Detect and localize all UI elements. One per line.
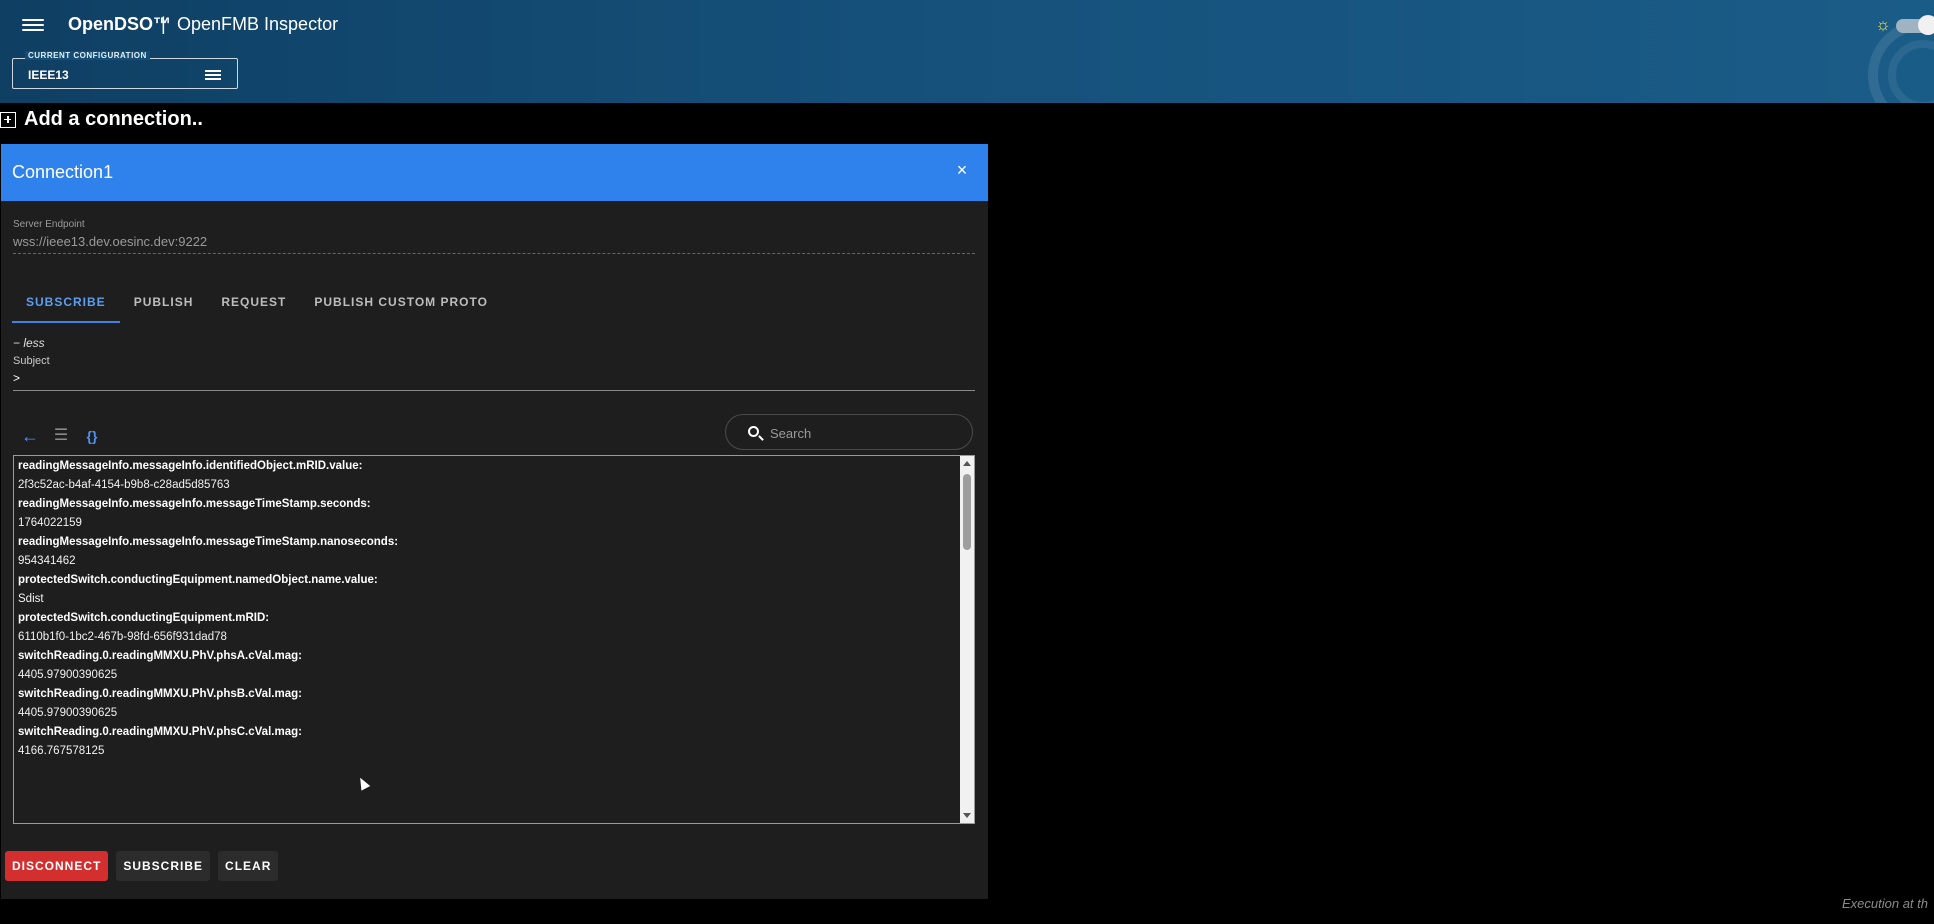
search-box[interactable] [725, 414, 973, 450]
configuration-value: IEEE13 [28, 68, 69, 82]
configuration-selector[interactable]: CURRENT CONFIGURATION IEEE13 [12, 51, 238, 89]
list-item: protectedSwitch.conductingEquipment.name… [18, 571, 378, 609]
list-item: readingMessageInfo.messageInfo.identifie… [18, 457, 362, 495]
result-value: 6110b1f0-1bc2-467b-98fd-656f931dad78 [18, 631, 227, 643]
back-arrow-icon[interactable]: ← [20, 426, 40, 446]
app-bar: OpenDSO™ | OpenFMB Inspector CURRENT CON… [0, 0, 1934, 103]
message-results[interactable]: readingMessageInfo.messageInfo.identifie… [13, 455, 975, 824]
hamburger-menu-icon[interactable] [22, 16, 44, 34]
result-value: 4405.97900390625 [18, 707, 118, 719]
configuration-menu-icon[interactable] [205, 68, 221, 81]
less-toggle[interactable]: − less [13, 336, 45, 350]
list-item: readingMessageInfo.messageInfo.messageTi… [18, 533, 398, 571]
result-key: readingMessageInfo.messageInfo.identifie… [18, 460, 363, 472]
add-connection-label: Add a connection.. [24, 108, 203, 130]
brand-name: OpenDSO™ [68, 14, 172, 34]
subject-field[interactable]: > [13, 371, 975, 391]
result-key: switchReading.0.readingMMXU.PhV.phsA.cVa… [18, 650, 302, 662]
server-endpoint-field[interactable]: wss://ieee13.dev.oesinc.dev:9222 [13, 234, 975, 254]
theme-toggle-knob[interactable] [1918, 15, 1934, 35]
scroll-up-icon[interactable] [963, 461, 971, 466]
subject-label: Subject [13, 355, 50, 367]
search-icon [748, 426, 759, 437]
result-value: 954341462 [18, 555, 76, 567]
result-value: 2f3c52ac-b4af-4154-b9b8-c28ad5d85763 [18, 479, 230, 491]
tab-subscribe[interactable]: SUBSCRIBE [12, 283, 120, 323]
connection-actions: DISCONNECT SUBSCRIBE CLEAR [5, 851, 279, 881]
result-key: switchReading.0.readingMMXU.PhV.phsB.cVa… [18, 688, 302, 700]
list-item: switchReading.0.readingMMXU.PhV.phsC.cVa… [18, 723, 302, 761]
list-item: readingMessageInfo.messageInfo.messageTi… [18, 495, 371, 533]
subscribe-button[interactable]: SUBSCRIBE [116, 851, 211, 881]
json-view-icon[interactable]: {} [82, 426, 102, 446]
title-separator: | [161, 14, 166, 34]
connection-title: Connection1 [12, 162, 114, 182]
tab-publish[interactable]: PUBLISH [120, 283, 208, 323]
list-item: protectedSwitch.conductingEquipment.mRID… [18, 609, 269, 647]
disconnect-button[interactable]: DISCONNECT [5, 851, 109, 881]
result-key: switchReading.0.readingMMXU.PhV.phsC.cVa… [18, 726, 302, 738]
list-item: switchReading.0.readingMMXU.PhV.phsB.cVa… [18, 685, 302, 723]
result-value: Sdist [18, 593, 44, 605]
result-value: 4166.767578125 [18, 745, 105, 757]
scroll-down-icon[interactable] [963, 813, 971, 818]
result-value: 4405.97900390625 [18, 669, 118, 681]
configuration-legend: CURRENT CONFIGURATION [25, 51, 150, 60]
scroll-thumb[interactable] [963, 474, 971, 550]
add-box-icon [0, 111, 16, 128]
clear-button[interactable]: CLEAR [218, 851, 279, 881]
app-subtitle: OpenFMB Inspector [177, 14, 339, 34]
tab-request[interactable]: REQUEST [207, 283, 300, 323]
result-key: protectedSwitch.conductingEquipment.mRID… [18, 612, 270, 624]
result-value: 1764022159 [18, 517, 82, 529]
search-input[interactable] [770, 424, 960, 442]
result-key: readingMessageInfo.messageInfo.messageTi… [18, 498, 371, 510]
close-icon[interactable]: × [952, 160, 972, 180]
result-key: protectedSwitch.conductingEquipment.name… [18, 574, 378, 586]
list-item: switchReading.0.readingMMXU.PhV.phsA.cVa… [18, 647, 302, 685]
execution-status-text: Execution at th [1842, 896, 1928, 911]
server-endpoint-label: Server Endpoint [13, 219, 85, 230]
connection-panel-header: Connection1 × [1, 144, 988, 201]
add-connection[interactable]: Add a connection.. [0, 108, 203, 131]
results-scrollbar[interactable] [960, 456, 974, 823]
sun-icon: ☼ [1875, 15, 1891, 34]
connection-tabs: SUBSCRIBE PUBLISH REQUEST PUBLISH CUSTOM… [12, 283, 502, 323]
tab-publish-custom-proto[interactable]: PUBLISH CUSTOM PROTO [300, 283, 502, 323]
connection-panel: Connection1 × Server Endpoint wss://ieee… [1, 144, 988, 899]
result-key: readingMessageInfo.messageInfo.messageTi… [18, 536, 399, 548]
list-view-icon[interactable]: ☰ [51, 426, 71, 446]
